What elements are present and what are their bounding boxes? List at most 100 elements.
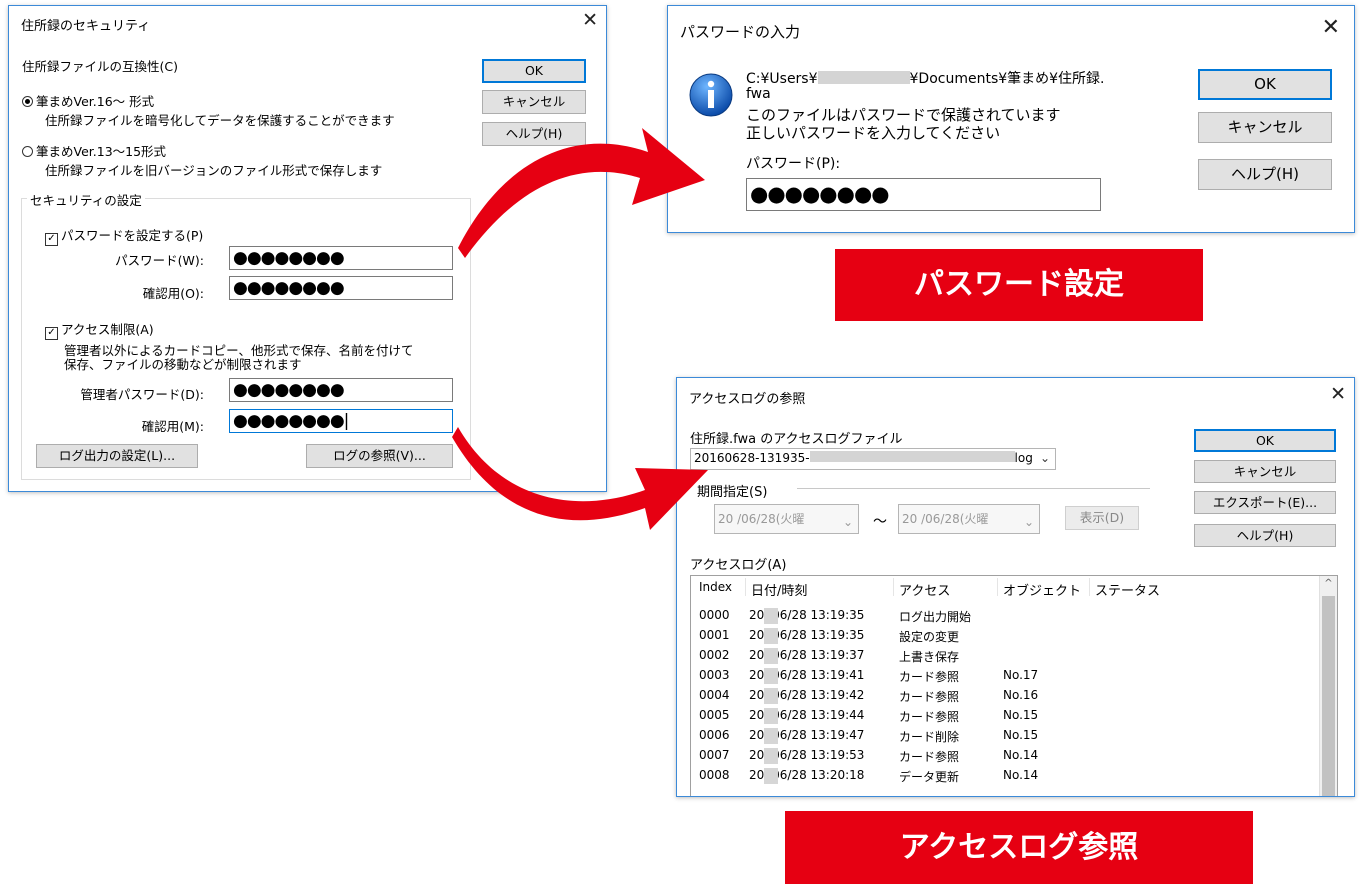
- password-dialog-title: パスワードの入力: [680, 23, 801, 41]
- help-button[interactable]: ヘルプ(H): [1194, 524, 1336, 547]
- redacted-filename: x: [809, 451, 1015, 462]
- path-prefix: C:¥Users¥: [746, 71, 818, 87]
- column-divider: [893, 578, 894, 596]
- log-view-button[interactable]: ログの参照(V)...: [306, 444, 453, 468]
- date-from-value: 20 /06/28(火曜: [718, 512, 805, 526]
- cell-object: No.16: [1003, 688, 1039, 702]
- redacted-year: [764, 708, 778, 724]
- table-row[interactable]: 0001 20 /06/28 13:19:35 設定の変更: [691, 626, 1311, 646]
- info-icon: [689, 73, 733, 117]
- date-to-select[interactable]: 20 /06/28(火曜 ⌄: [898, 504, 1040, 534]
- option-ver13-label: 筆まめVer.13〜15形式: [36, 144, 167, 159]
- security-dialog: 住所録のセキュリティ ✕ 住所録ファイルの互換性(C) 筆まめVer.16〜 形…: [8, 5, 607, 492]
- table-row[interactable]: 0000 20 /06/28 13:19:35 ログ出力開始: [691, 606, 1311, 626]
- set-password-checkbox[interactable]: ✓ パスワードを設定する(P): [45, 225, 203, 246]
- checkbox-checked-icon: ✓: [45, 233, 58, 246]
- set-password-label: パスワードを設定する(P): [61, 228, 204, 243]
- scroll-up-icon[interactable]: ^: [1320, 578, 1337, 589]
- date-to-value: 20 /06/28(火曜: [902, 512, 989, 526]
- close-icon[interactable]: ✕: [1322, 17, 1340, 39]
- ok-button[interactable]: OK: [482, 59, 586, 83]
- password-input[interactable]: ●●●●●●●●: [229, 246, 453, 270]
- security-dialog-title: 住所録のセキュリティ: [21, 19, 151, 34]
- cell-index: 0004: [699, 688, 730, 702]
- password-input[interactable]: ●●●●●●●●: [746, 178, 1101, 211]
- column-access[interactable]: アクセス: [899, 580, 950, 599]
- cell-index: 0007: [699, 748, 730, 762]
- cell-access: ログ出力開始: [899, 610, 972, 624]
- cell-index: 0008: [699, 768, 730, 782]
- column-datetime[interactable]: 日付/時刻: [751, 580, 807, 599]
- column-status[interactable]: ステータス: [1095, 580, 1160, 599]
- enter-password-message: 正しいパスワードを入力してください: [746, 124, 1001, 142]
- scrollbar-thumb[interactable]: [1322, 596, 1335, 796]
- banner-password-setting: パスワード設定: [835, 249, 1203, 321]
- access-limit-checkbox[interactable]: ✓ アクセス制限(A): [45, 319, 154, 340]
- cell-access: 上書き保存: [899, 650, 960, 664]
- column-divider: [745, 578, 746, 596]
- cancel-button[interactable]: キャンセル: [482, 90, 586, 114]
- table-row[interactable]: 0005 20 /06/28 13:19:44 カード参照 No.15: [691, 706, 1311, 726]
- cell-access: カード参照: [899, 710, 960, 724]
- close-icon[interactable]: ✕: [1330, 384, 1346, 404]
- password-label: パスワード(P):: [746, 156, 841, 172]
- banner-access-log: アクセスログ参照: [785, 811, 1253, 884]
- export-button[interactable]: エクスポート(E)...: [1194, 491, 1336, 514]
- access-desc-line2: 保存、ファイルの移動などが制限されます: [64, 357, 302, 372]
- redacted-year: [764, 768, 778, 784]
- file-path-line2: fwa: [746, 86, 771, 102]
- cell-index: 0002: [699, 648, 730, 662]
- confirm-label: 確認用(O):: [142, 286, 204, 301]
- access-log-table[interactable]: Index 日付/時刻 アクセス オブジェクト ステータス 0000 20 /06…: [690, 575, 1338, 796]
- password-dialog: パスワードの入力 ✕ C:¥Users¥x¥Documents¥筆まめ¥住所録.…: [667, 5, 1355, 233]
- help-button[interactable]: ヘルプ(H): [482, 122, 586, 146]
- cell-access: カード削除: [899, 730, 960, 744]
- table-row[interactable]: 0003 20 /06/28 13:19:41 カード参照 No.17: [691, 666, 1311, 686]
- cell-object: No.15: [1003, 708, 1039, 722]
- access-log-label: アクセスログ(A): [690, 558, 787, 573]
- log-file-label: 住所録.fwa のアクセスログファイル: [690, 432, 903, 447]
- vertical-scrollbar[interactable]: ^: [1319, 576, 1337, 796]
- close-icon[interactable]: ✕: [582, 10, 598, 30]
- date-from-select[interactable]: 20 /06/28(火曜 ⌄: [714, 504, 859, 534]
- log-file-select[interactable]: 20160628-131935-xlog ⌄: [690, 448, 1056, 470]
- help-button[interactable]: ヘルプ(H): [1198, 159, 1332, 190]
- table-row[interactable]: 0002 20 /06/28 13:19:37 上書き保存: [691, 646, 1311, 666]
- chevron-down-icon: ⌄: [1023, 515, 1034, 529]
- redacted-year: [764, 628, 778, 644]
- redacted-username: x: [817, 71, 910, 84]
- cell-access: カード参照: [899, 690, 960, 704]
- log-settings-button[interactable]: ログ出力の設定(L)...: [36, 444, 198, 468]
- radio-selected-icon: [22, 96, 33, 107]
- column-object[interactable]: オブジェクト: [1003, 580, 1081, 599]
- column-divider: [1089, 578, 1090, 596]
- redacted-year: [764, 668, 778, 684]
- table-header: Index 日付/時刻 アクセス オブジェクト ステータス: [691, 576, 1311, 599]
- show-button[interactable]: 表示(D): [1065, 506, 1139, 530]
- access-limit-label: アクセス制限(A): [61, 322, 154, 337]
- table-row[interactable]: 0007 20 /06/28 13:19:53 カード参照 No.14: [691, 746, 1311, 766]
- cell-index: 0001: [699, 628, 730, 642]
- option-ver16-radio[interactable]: 筆まめVer.16〜 形式: [22, 91, 154, 110]
- cell-index: 0003: [699, 668, 730, 682]
- log-file-prefix: 20160628-131935-: [694, 451, 810, 465]
- period-label[interactable]: 期間指定(S): [697, 481, 767, 500]
- option-ver13-radio[interactable]: 筆まめVer.13〜15形式: [22, 141, 166, 160]
- column-index[interactable]: Index: [699, 580, 732, 594]
- cell-access: カード参照: [899, 670, 960, 684]
- cancel-button[interactable]: キャンセル: [1194, 460, 1336, 483]
- redacted-year: [764, 688, 778, 704]
- admin-confirm-input[interactable]: ●●●●●●●●|: [229, 409, 453, 433]
- cancel-button[interactable]: キャンセル: [1198, 112, 1332, 143]
- admin-password-input[interactable]: ●●●●●●●●: [229, 378, 453, 402]
- option-ver16-label: 筆まめVer.16〜 形式: [36, 94, 155, 109]
- table-row[interactable]: 0008 20 /06/28 13:20:18 データ更新 No.14: [691, 766, 1311, 786]
- table-row[interactable]: 0004 20 /06/28 13:19:42 カード参照 No.16: [691, 686, 1311, 706]
- ok-button[interactable]: OK: [1194, 429, 1336, 452]
- confirm-input[interactable]: ●●●●●●●●: [229, 276, 453, 300]
- compat-label: 住所録ファイルの互換性(C): [22, 59, 178, 74]
- cell-object: No.14: [1003, 768, 1039, 782]
- ok-button[interactable]: OK: [1198, 69, 1332, 100]
- table-row[interactable]: 0006 20 /06/28 13:19:47 カード削除 No.15: [691, 726, 1311, 746]
- password-label: パスワード(W):: [115, 253, 204, 268]
